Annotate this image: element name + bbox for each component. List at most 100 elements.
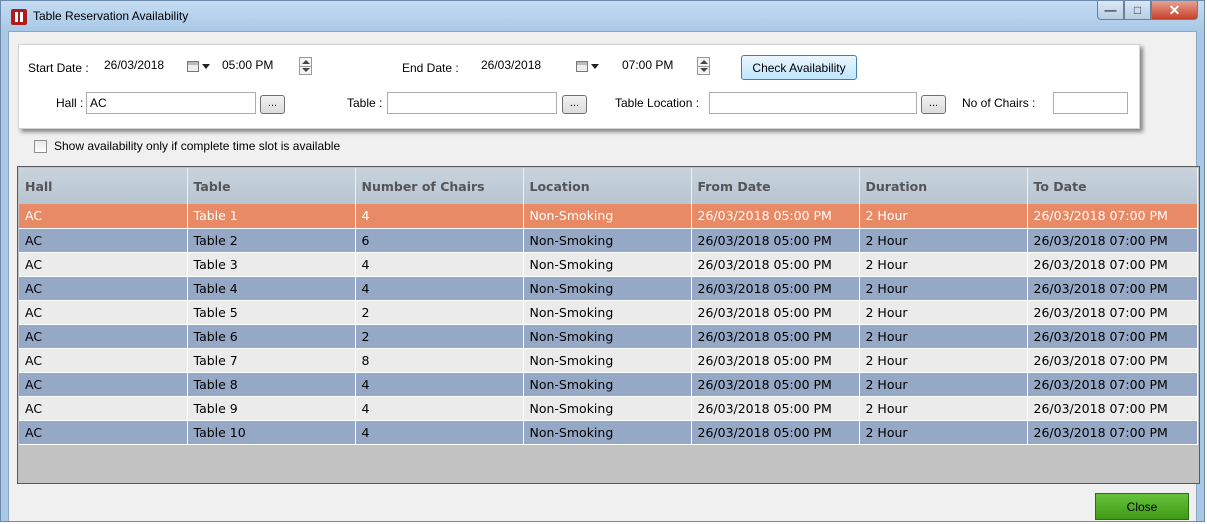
cell-from-date: 26/03/2018 05:00 PM xyxy=(691,228,860,253)
cell-table: Table 8 xyxy=(187,372,356,397)
cell-chairs: 8 xyxy=(355,348,524,373)
end-time-value: 07:00 PM xyxy=(622,58,674,72)
cell-duration: 2 Hour xyxy=(859,204,1028,229)
window-close-button[interactable]: ✕ xyxy=(1151,1,1198,20)
cell-to-date: 26/03/2018 07:00 PM xyxy=(1027,420,1198,445)
cell-duration: 2 Hour xyxy=(859,348,1028,373)
cell-table: Table 5 xyxy=(187,300,356,325)
table-row[interactable]: AC Table 8 4 Non-Smoking 26/03/2018 05:00 PM… xyxy=(19,372,1198,397)
cell-table: Table 1 xyxy=(187,204,356,229)
close-icon: ✕ xyxy=(1168,1,1181,18)
cell-table: Table 7 xyxy=(187,348,356,373)
cell-chairs: 4 xyxy=(355,372,524,397)
table-row[interactable]: AC Table 3 4 Non-Smoking 26/03/2018 05:00 PM… xyxy=(19,252,1198,277)
cell-location: Non-Smoking xyxy=(523,252,692,277)
start-time-value: 05:00 PM xyxy=(222,58,274,72)
grid-header-row: Hall Table Number of Chairs Location From Da… xyxy=(19,168,1198,204)
column-header-duration[interactable]: Duration xyxy=(859,168,1028,204)
check-availability-button[interactable]: Check Availability xyxy=(741,55,857,80)
cell-chairs: 6 xyxy=(355,228,524,253)
cell-table: Table 3 xyxy=(187,252,356,277)
minimize-icon: — xyxy=(1104,3,1117,17)
grid-body: AC Table 1 4 Non-Smoking 26/03/2018 05:00 PM… xyxy=(19,204,1198,445)
cell-to-date: 26/03/2018 07:00 PM xyxy=(1027,300,1198,325)
column-header-chairs[interactable]: Number of Chairs xyxy=(355,168,524,204)
table-row[interactable]: AC Table 5 2 Non-Smoking 26/03/2018 05:00 PM… xyxy=(19,300,1198,325)
cell-table: Table 10 xyxy=(187,420,356,445)
cell-duration: 2 Hour xyxy=(859,252,1028,277)
complete-slot-label: Show availability only if complete time … xyxy=(54,139,341,153)
column-header-location[interactable]: Location xyxy=(523,168,692,204)
cell-hall: AC xyxy=(19,252,188,277)
cell-hall: AC xyxy=(19,372,188,397)
cell-to-date: 26/03/2018 07:00 PM xyxy=(1027,348,1198,373)
cell-from-date: 26/03/2018 05:00 PM xyxy=(691,252,860,277)
cell-from-date: 26/03/2018 05:00 PM xyxy=(691,420,860,445)
cell-location: Non-Smoking xyxy=(523,324,692,349)
hall-input[interactable]: AC xyxy=(86,92,256,114)
cell-to-date: 26/03/2018 07:00 PM xyxy=(1027,324,1198,349)
table-row[interactable]: AC Table 10 4 Non-Smoking 26/03/2018 05:00 P… xyxy=(19,420,1198,445)
end-time-spinner[interactable] xyxy=(697,57,710,75)
availability-grid[interactable]: Hall Table Number of Chairs Location From Da… xyxy=(17,166,1200,484)
cell-from-date: 26/03/2018 05:00 PM xyxy=(691,204,860,229)
column-header-to-date[interactable]: To Date xyxy=(1027,168,1198,204)
column-header-from-date[interactable]: From Date xyxy=(691,168,860,204)
cell-hall: AC xyxy=(19,348,188,373)
complete-slot-option[interactable]: Show availability only if complete time … xyxy=(34,139,340,153)
reservation-window: Table Reservation Availability — □ ✕ Sta… xyxy=(0,0,1205,522)
cell-location: Non-Smoking xyxy=(523,276,692,301)
table-row[interactable]: AC Table 4 4 Non-Smoking 26/03/2018 05:00 PM… xyxy=(19,276,1198,301)
table-row[interactable]: AC Table 1 4 Non-Smoking 26/03/2018 05:00 PM… xyxy=(19,204,1198,229)
cell-table: Table 4 xyxy=(187,276,356,301)
title-bar[interactable]: Table Reservation Availability — □ ✕ xyxy=(1,1,1204,31)
cell-duration: 2 Hour xyxy=(859,228,1028,253)
table-row[interactable]: AC Table 6 2 Non-Smoking 26/03/2018 05:00 PM… xyxy=(19,324,1198,349)
cell-to-date: 26/03/2018 07:00 PM xyxy=(1027,276,1198,301)
cell-hall: AC xyxy=(19,324,188,349)
cell-from-date: 26/03/2018 05:00 PM xyxy=(691,372,860,397)
end-date-picker[interactable]: 26/03/2018 xyxy=(478,55,599,77)
cell-hall: AC xyxy=(19,300,188,325)
table-row[interactable]: AC Table 9 4 Non-Smoking 26/03/2018 05:00 PM… xyxy=(19,396,1198,421)
maximize-button[interactable]: □ xyxy=(1124,1,1151,20)
cell-location: Non-Smoking xyxy=(523,204,692,229)
cell-chairs: 2 xyxy=(355,324,524,349)
table-location-browse-button[interactable]: ... xyxy=(921,95,946,114)
end-date-label: End Date : xyxy=(402,61,459,75)
cell-duration: 2 Hour xyxy=(859,420,1028,445)
column-header-table[interactable]: Table xyxy=(187,168,356,204)
cell-location: Non-Smoking xyxy=(523,228,692,253)
start-date-picker[interactable]: 26/03/2018 xyxy=(101,55,211,77)
hall-browse-button[interactable]: ... xyxy=(260,95,285,114)
table-row[interactable]: AC Table 7 8 Non-Smoking 26/03/2018 05:00 PM… xyxy=(19,348,1198,373)
start-time-spinner[interactable] xyxy=(299,57,312,75)
complete-slot-checkbox[interactable] xyxy=(34,139,47,153)
calendar-icon xyxy=(576,61,588,72)
cell-chairs: 4 xyxy=(355,252,524,277)
start-date-value: 26/03/2018 xyxy=(104,58,165,72)
table-input[interactable] xyxy=(387,92,557,114)
cell-chairs: 4 xyxy=(355,396,524,421)
cell-table: Table 6 xyxy=(187,324,356,349)
cell-duration: 2 Hour xyxy=(859,276,1028,301)
cell-location: Non-Smoking xyxy=(523,396,692,421)
cell-table: Table 2 xyxy=(187,228,356,253)
table-browse-button[interactable]: ... xyxy=(562,95,587,114)
client-area: Start Date : 26/03/2018 05:00 PM End Dat… xyxy=(8,31,1200,521)
table-location-input[interactable] xyxy=(709,92,917,114)
close-button[interactable]: Close xyxy=(1095,493,1189,520)
column-header-hall[interactable]: Hall xyxy=(19,168,188,204)
cell-location: Non-Smoking xyxy=(523,372,692,397)
table-row[interactable]: AC Table 2 6 Non-Smoking 26/03/2018 05:00 PM… xyxy=(19,228,1198,253)
cell-hall: AC xyxy=(19,396,188,421)
maximize-icon: □ xyxy=(1133,3,1142,17)
chairs-input[interactable] xyxy=(1053,92,1128,114)
end-time-picker[interactable]: 07:00 PM xyxy=(619,55,719,77)
calendar-icon xyxy=(187,61,199,72)
cell-hall: AC xyxy=(19,276,188,301)
start-time-picker[interactable]: 05:00 PM xyxy=(219,55,319,77)
cell-from-date: 26/03/2018 05:00 PM xyxy=(691,396,860,421)
cell-to-date: 26/03/2018 07:00 PM xyxy=(1027,252,1198,277)
minimize-button[interactable]: — xyxy=(1097,1,1124,20)
